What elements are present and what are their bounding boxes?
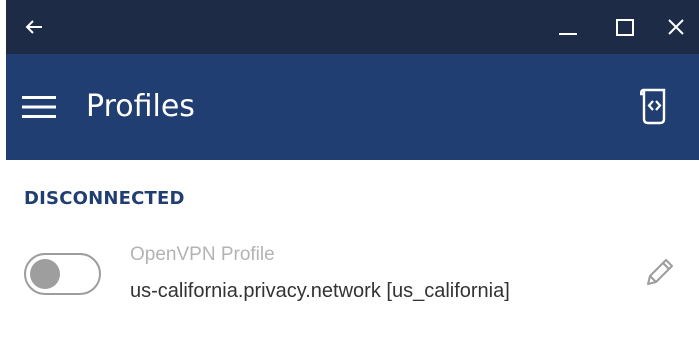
export-logs-button[interactable] xyxy=(639,87,670,125)
close-icon xyxy=(668,19,684,35)
maximize-button[interactable] xyxy=(607,0,643,54)
profile-connect-toggle[interactable] xyxy=(24,253,101,295)
profile-type-label: OpenVPN Profile xyxy=(130,244,275,265)
minimize-icon xyxy=(559,33,577,35)
export-logs-icon xyxy=(639,88,666,125)
toggle-knob xyxy=(30,259,60,289)
menu-button[interactable] xyxy=(22,93,56,121)
pencil-icon xyxy=(647,259,673,285)
hamburger-menu-icon xyxy=(22,96,56,118)
app-header: Profiles xyxy=(6,54,699,160)
page-title: Profiles xyxy=(86,89,195,124)
edit-profile-button[interactable] xyxy=(642,256,676,290)
arrow-left-icon xyxy=(25,20,42,34)
back-button[interactable] xyxy=(16,0,52,54)
maximize-icon xyxy=(616,19,634,36)
minimize-button[interactable] xyxy=(550,0,586,54)
window-titlebar xyxy=(6,0,699,54)
connection-status: DISCONNECTED xyxy=(24,188,185,209)
profile-server-name[interactable]: us-california.privacy.network [us_califo… xyxy=(130,280,510,303)
close-button[interactable] xyxy=(656,0,696,54)
